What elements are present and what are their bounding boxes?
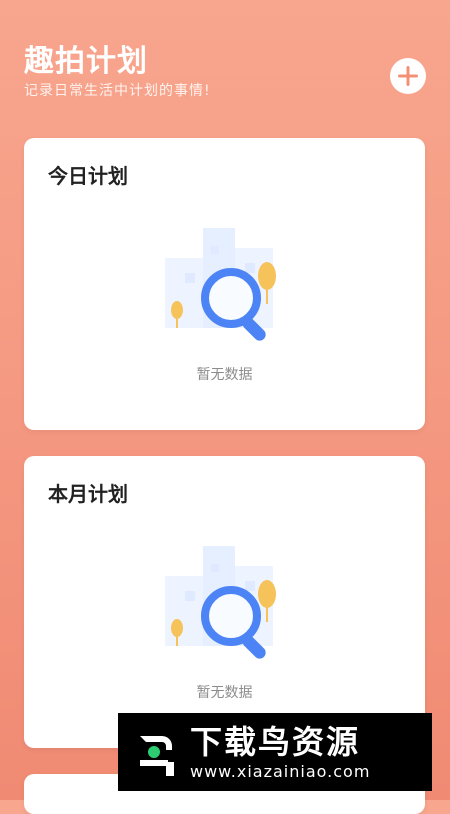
empty-text: 暂无数据: [196, 367, 253, 383]
plus-icon: [398, 66, 418, 86]
card-title-month: 本月计划: [48, 482, 128, 506]
empty-search-illustration: [164, 546, 276, 659]
bird-logo-icon: [126, 722, 186, 782]
watermark-banner: 下载鸟资源 www.xiazainiao.com: [118, 713, 432, 791]
card-title-today: 今日计划: [48, 164, 128, 188]
header: 趣拍计划 记录日常生活中计划的事情!: [24, 42, 426, 112]
empty-text: 暂无数据: [196, 685, 253, 701]
month-plan-card[interactable]: 本月计划 暂无数据: [24, 456, 425, 748]
add-plan-button[interactable]: [390, 58, 426, 94]
today-plan-card[interactable]: 今日计划 暂无数据: [24, 138, 425, 430]
empty-state: 暂无数据: [24, 218, 425, 398]
page-title: 趣拍计划: [24, 44, 148, 79]
empty-state: 暂无数据: [24, 536, 425, 716]
page-subtitle: 记录日常生活中计划的事情!: [24, 83, 211, 99]
watermark-text: 下载鸟资源 www.xiazainiao.com: [190, 724, 370, 781]
empty-search-illustration: [164, 228, 276, 341]
watermark-main: 下载鸟资源: [190, 722, 361, 761]
watermark-url: www.xiazainiao.com: [190, 761, 371, 781]
